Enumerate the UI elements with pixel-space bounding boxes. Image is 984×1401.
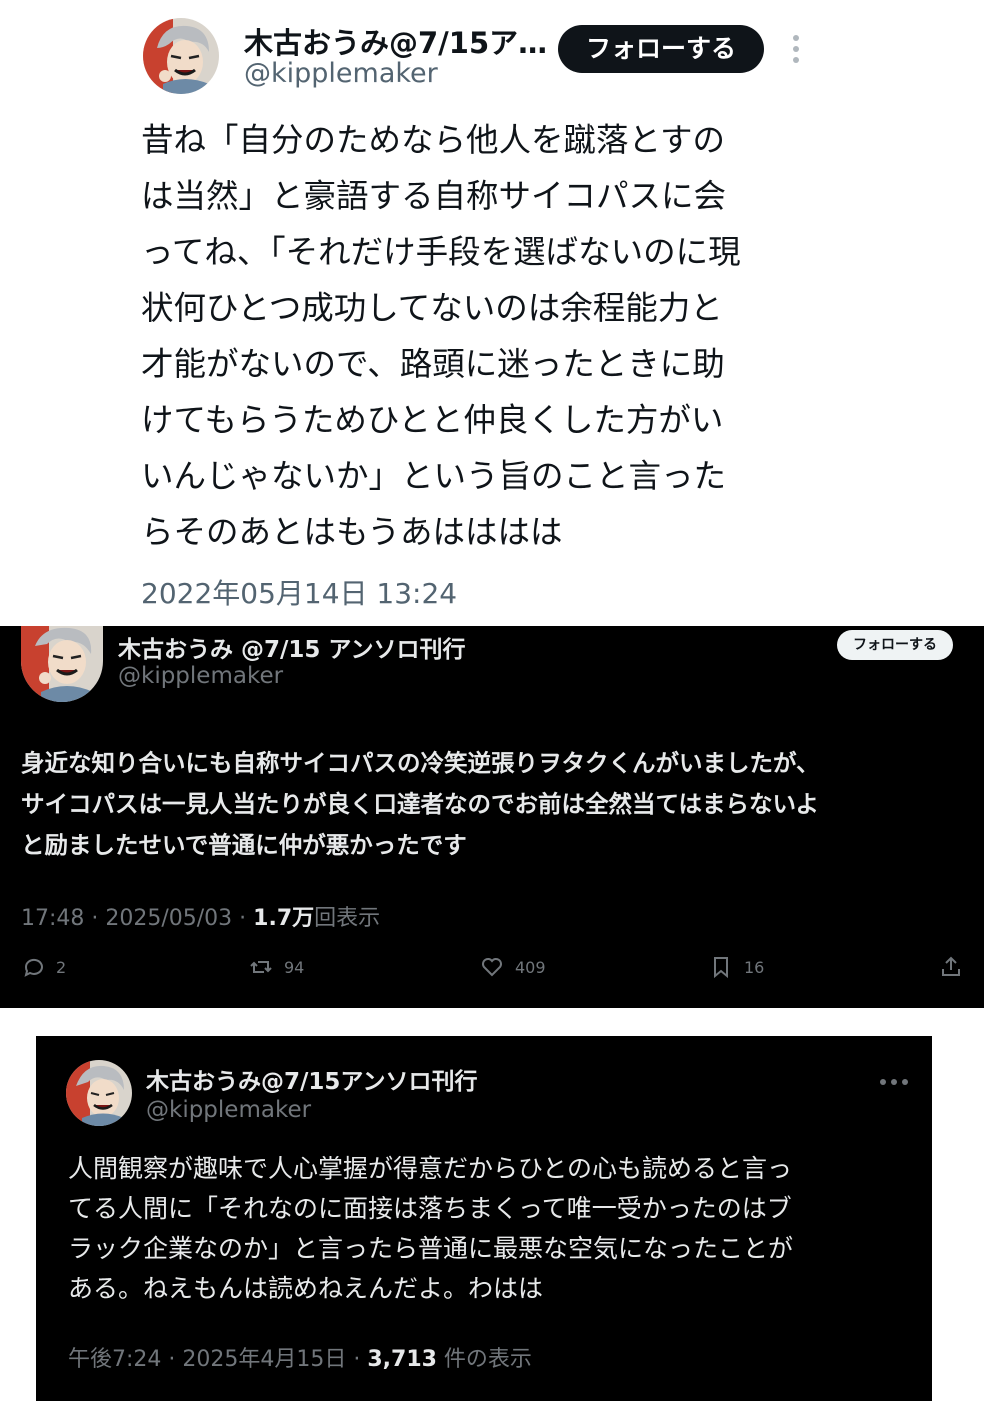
vertical-dots-icon[interactable] — [786, 32, 806, 66]
reply-button[interactable]: 2 — [21, 954, 66, 980]
tweet-text-line: サイコパスは一見人当たりが良く口達者なのでお前は全然当てはまらないよ — [21, 790, 820, 818]
tweet-text: 身近な知り合いにも自称サイコパスの冷笑逆張りヲタクくんがいましたが、 サイコパス… — [21, 743, 966, 866]
like-button[interactable]: 409 — [480, 954, 546, 980]
display-name[interactable]: 木古おうみ@7/15ア… — [244, 20, 547, 62]
bookmark-count: 16 — [744, 957, 765, 977]
tweet-text-line: 昔ね「自分のためなら他人を蹴落とすの — [141, 121, 726, 159]
avatar[interactable] — [143, 18, 219, 94]
timestamp[interactable]: 2022年05月14日 13:24 — [141, 572, 457, 612]
tweet-meta: 午後7:24 · 2025年4月15日 · 3,713 件の表示 — [68, 1341, 532, 1373]
reply-count: 2 — [56, 957, 67, 977]
bookmark-icon — [714, 957, 728, 979]
follow-button[interactable]: フォローする — [558, 25, 764, 73]
share-button[interactable] — [939, 954, 963, 980]
tweet-text-line: 人間観察が趣味で人心掌握が得意だからひとの心も読めると言っ — [68, 1154, 793, 1183]
tweet-text-line: 才能がないので、路頭に迷ったときに助 — [141, 345, 725, 383]
tweet-text-line: と励ましたせいで普通に仲が悪かったです — [21, 831, 467, 859]
tweet-text-line: らそのあとはもうあはははは — [141, 513, 563, 551]
avatar[interactable] — [66, 1060, 132, 1126]
user-handle[interactable]: @kipplemaker — [146, 1097, 311, 1123]
view-count: 1.7万 — [253, 906, 315, 931]
view-count: 3,713 — [367, 1347, 437, 1372]
view-label: 件の表示 — [436, 1347, 532, 1372]
like-count: 409 — [515, 957, 546, 977]
avatar[interactable] — [21, 626, 103, 702]
bookmark-button[interactable]: 16 — [709, 954, 764, 980]
tweet-meta: 17:48 · 2025/05/03 · 1.7万回表示 — [21, 900, 380, 932]
repost-button[interactable]: 94 — [249, 954, 304, 980]
timestamp[interactable]: 午後7:24 · 2025年4月15日 · — [68, 1347, 367, 1372]
tweet-text-line: てる人間に「それなのに面接は落ちまくって唯一受かったのはブ — [68, 1194, 792, 1223]
user-handle[interactable]: @kipplemaker — [118, 663, 283, 689]
tweet-text-line: 身近な知り合いにも自称サイコパスの冷笑逆張りヲタクくんがいましたが、 — [21, 749, 820, 777]
tweet-text-line: けてもらうためひとと仲良くした方がい — [141, 401, 724, 439]
follow-button[interactable]: フォローする — [837, 630, 953, 660]
tweet-text-line: 状何ひとつ成功してないのは余程能力と — [141, 289, 723, 327]
heart-icon — [482, 958, 502, 977]
share-icon — [942, 956, 960, 976]
tweet-card-light: 木古おうみ@7/15ア… @kipplemaker フォローする 昔ね「自分のた… — [0, 0, 984, 626]
user-handle[interactable]: @kipplemaker — [244, 58, 438, 89]
view-label: 回表示 — [314, 906, 381, 931]
tweet-card-dark: 木古おうみ @7/15 アンソロ刊行 @kipplemaker フォローする 身… — [0, 626, 984, 1008]
display-name[interactable]: 木古おうみ@7/15アンソロ刊行 — [146, 1062, 478, 1096]
tweet-text-line: ある。ねえもんは読めねえんだよ。わはは — [68, 1274, 544, 1303]
tweet-text-line: ってね、「それだけ手段を選ばないのに現 — [141, 233, 741, 271]
tweet-text: 昔ね「自分のためなら他人を蹴落とすの は当然」と豪語する自称サイコパスに会 って… — [141, 112, 821, 560]
reply-icon — [24, 958, 43, 977]
repost-icon — [250, 961, 272, 973]
tweet-text-line: は当然」と豪語する自称サイコパスに会 — [141, 177, 727, 215]
tweet-text: 人間観察が趣味で人心掌握が得意だからひとの心も読めると言っ てる人間に「それなの… — [68, 1149, 918, 1309]
repost-count: 94 — [284, 957, 305, 977]
tweet-text-line: いんじゃないか」という旨のこと言った — [141, 457, 727, 495]
tweet-text-line: ラック企業なのか」と言ったら普通に最悪な空気になったことが — [68, 1234, 794, 1263]
horizontal-dots-icon[interactable] — [879, 1072, 909, 1085]
timestamp[interactable]: 17:48 · 2025/05/03 · — [21, 906, 253, 931]
display-name[interactable]: 木古おうみ @7/15 アンソロ刊行 — [118, 630, 466, 664]
tweet-card-embedded: 木古おうみ@7/15アンソロ刊行 @kipplemaker 人間観察が趣味で人心… — [36, 1036, 932, 1401]
